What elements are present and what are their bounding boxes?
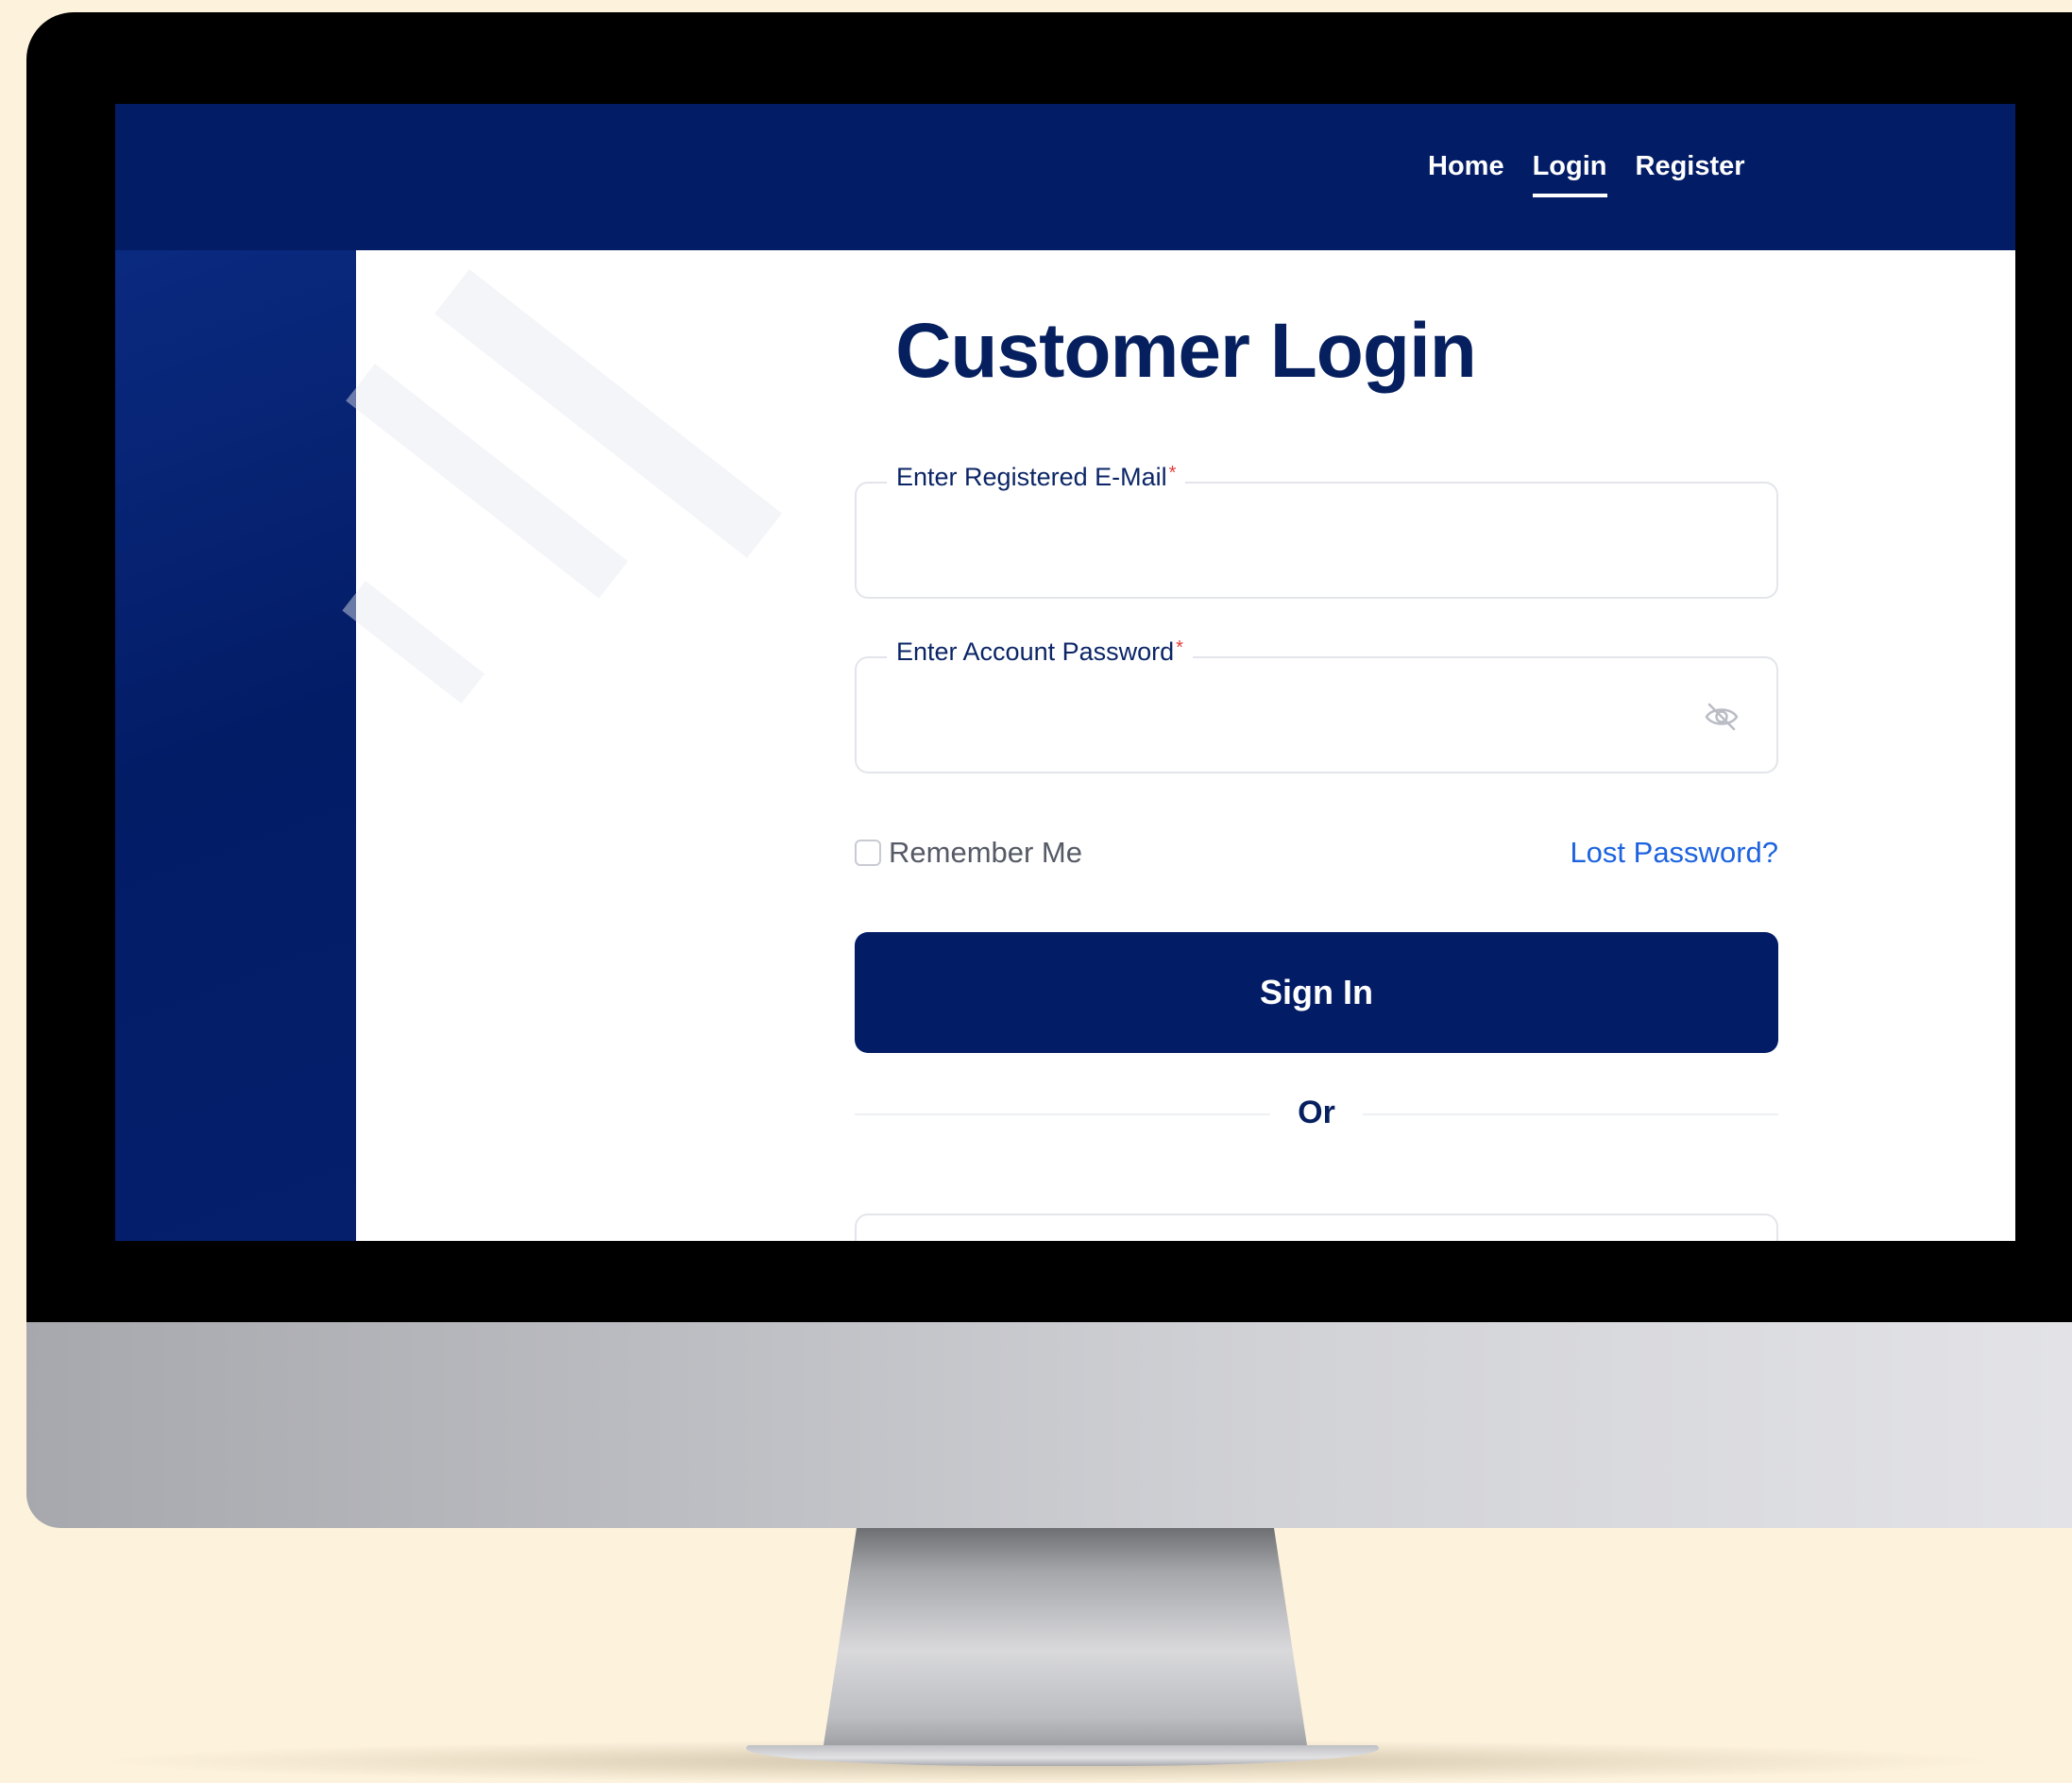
monitor-chin — [26, 1322, 2072, 1528]
login-form: Enter Registered E-Mail * Enter Account P… — [855, 250, 1778, 1241]
email-label: Enter Registered E-Mail * — [887, 463, 1186, 492]
lost-password-link[interactable]: Lost Password? — [1570, 836, 1778, 870]
alternate-login-button[interactable] — [855, 1214, 1778, 1241]
background-stripe — [342, 581, 485, 705]
password-field: Enter Account Password * — [855, 637, 1778, 773]
monitor-stand — [824, 1528, 1307, 1745]
email-field: Enter Registered E-Mail * — [855, 463, 1778, 599]
main-nav: Home Login Register — [1428, 151, 1745, 197]
required-asterisk: * — [1168, 463, 1177, 484]
password-label: Enter Account Password * — [887, 637, 1193, 667]
or-divider: Or — [855, 1091, 1778, 1138]
login-options-row: Remember Me Lost Password? — [855, 836, 1778, 874]
nav-register-link[interactable]: Register — [1636, 151, 1745, 197]
nav-home-link[interactable]: Home — [1428, 151, 1504, 197]
or-label: Or — [1298, 1095, 1335, 1130]
password-input[interactable] — [879, 690, 1714, 745]
eye-off-icon[interactable] — [1703, 700, 1741, 734]
site-header: Home Login Register — [115, 104, 2015, 250]
email-label-text: Enter Registered E-Mail — [896, 463, 1167, 491]
sign-in-button[interactable]: Sign In — [855, 932, 1778, 1053]
required-asterisk: * — [1176, 637, 1183, 658]
nav-login-link[interactable]: Login — [1532, 151, 1607, 197]
email-input[interactable] — [879, 516, 1714, 570]
left-decorative-panel — [115, 250, 356, 1241]
login-card: Customer Login Enter Registered E-Mail * … — [342, 250, 2015, 1241]
remember-me-label: Remember Me — [889, 836, 1082, 869]
password-label-text: Enter Account Password — [896, 637, 1175, 666]
remember-me[interactable]: Remember Me — [855, 836, 1082, 870]
remember-me-checkbox[interactable] — [855, 840, 881, 866]
monitor-screen: Home Login Register Customer Login Enter… — [115, 104, 2015, 1241]
